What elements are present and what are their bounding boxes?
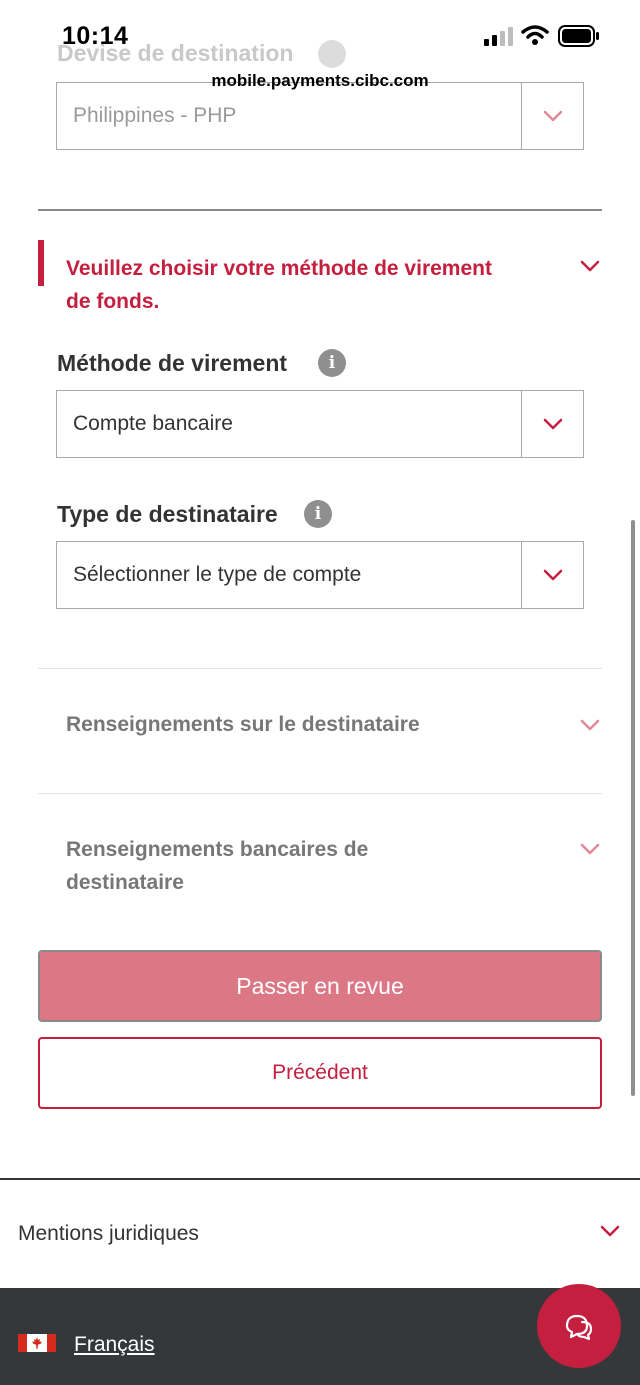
recipient-bank-info-chevron-down-icon[interactable] — [580, 843, 600, 855]
browser-url[interactable]: mobile.payments.cibc.com — [0, 71, 640, 91]
section-divider — [38, 209, 602, 211]
battery-icon — [558, 25, 599, 47]
chevron-down-icon — [543, 418, 562, 430]
destination-currency-info-icon — [318, 40, 346, 68]
transfer-method-alert: Veuillez choisir votre méthode de vireme… — [66, 257, 492, 313]
transfer-method-select[interactable]: Compte bancaire — [56, 390, 584, 458]
chevron-down-icon — [543, 569, 562, 581]
section-divider — [38, 793, 602, 794]
status-bar: Devise de destination 10:14 mobile.payme… — [0, 0, 640, 100]
scrollbar[interactable] — [631, 520, 635, 1096]
wifi-icon — [521, 25, 549, 45]
canada-flag-icon — [18, 1334, 56, 1352]
alert-section-chevron-down-icon[interactable] — [580, 260, 600, 272]
recipient-type-value: Sélectionner le type de compte — [73, 563, 362, 586]
footer-divider — [0, 1178, 640, 1180]
chat-icon — [565, 1314, 593, 1341]
legal-mentions-toggle[interactable]: Mentions juridiques — [18, 1222, 199, 1246]
recipient-type-label: Type de destinataire — [57, 501, 278, 527]
status-time: 10:14 — [62, 22, 129, 50]
review-button[interactable]: Passer en revue — [38, 950, 602, 1022]
chevron-down-icon — [543, 110, 562, 122]
transfer-method-value: Compte bancaire — [73, 412, 233, 435]
transfer-method-label: Méthode de virement — [57, 350, 288, 376]
section-divider — [38, 668, 602, 669]
recipient-type-dropdown-button[interactable] — [521, 542, 583, 608]
previous-button[interactable]: Précédent — [38, 1037, 602, 1109]
transfer-method-info-icon[interactable]: i — [318, 349, 346, 377]
recipient-info-section-title[interactable]: Renseignements sur le destinataire — [66, 708, 420, 741]
recipient-type-select[interactable]: Sélectionner le type de compte — [56, 541, 584, 609]
recipient-type-info-icon[interactable]: i — [304, 500, 332, 528]
transfer-method-dropdown-button[interactable] — [521, 391, 583, 457]
language-link[interactable]: Français — [74, 1333, 155, 1357]
recipient-info-chevron-down-icon[interactable] — [580, 719, 600, 731]
legal-chevron-down-icon[interactable] — [600, 1225, 620, 1237]
chat-button[interactable] — [537, 1284, 621, 1368]
alert-indicator — [38, 240, 44, 286]
cellular-signal-icon — [484, 27, 513, 46]
recipient-bank-info-section-title[interactable]: Renseignements bancaires de destinataire — [66, 833, 486, 899]
